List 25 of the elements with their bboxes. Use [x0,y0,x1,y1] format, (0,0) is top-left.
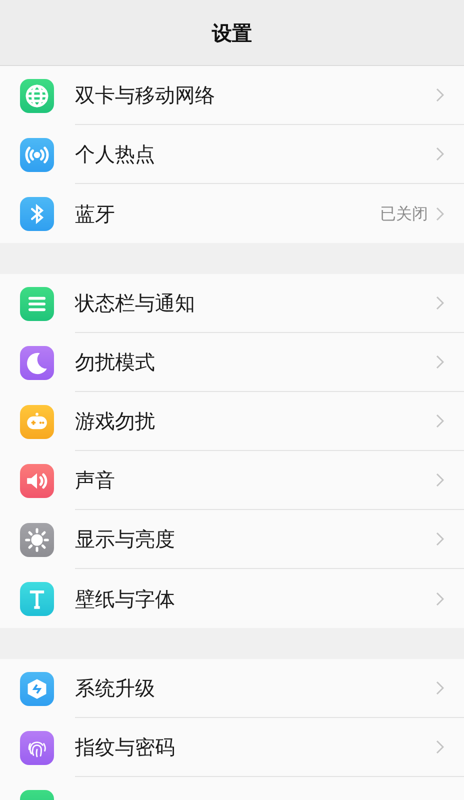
setting-value: 已关闭 [380,202,428,224]
page-title: 设置 [212,20,252,46]
setting-label[interactable]: 蓝牙 [75,198,380,228]
chevron-icon [436,532,444,546]
bluetooth-icon [20,196,54,230]
chevron-icon [436,473,444,487]
sun-icon [20,522,54,556]
chevron-icon [436,592,444,606]
globe-icon [20,78,54,112]
speaker-icon [20,464,54,498]
chevron-icon [436,355,444,369]
letter-t-icon [20,582,54,616]
chevron-icon [436,681,444,695]
cube-icon [20,672,54,706]
chevron-icon [436,206,444,220]
hotspot-icon [20,138,54,172]
chevron-icon [436,740,444,754]
chevron-icon [436,147,444,161]
list-icon [20,286,54,320]
moon-icon [20,346,54,380]
fingerprint-icon [20,730,54,764]
chevron-icon [436,88,444,102]
chevron-icon [436,414,444,428]
chevron-icon [436,296,444,310]
gamepad-icon [20,404,54,438]
